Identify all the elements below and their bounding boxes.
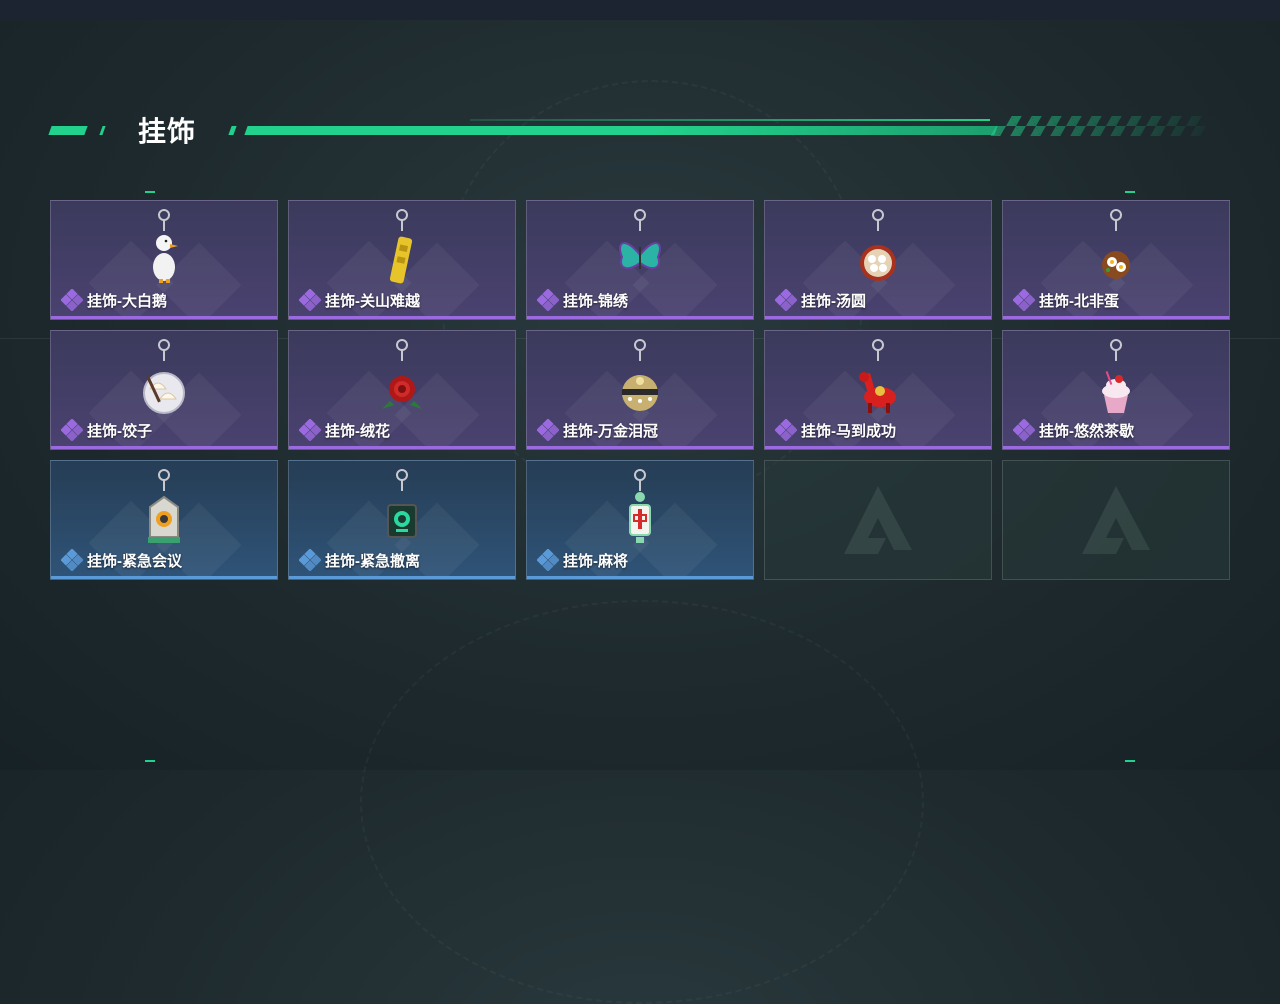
charm-label: 挂饰-万金泪冠 [537, 419, 658, 441]
butterfly-charm-icon [619, 209, 661, 270]
mahjong-tile-charm-icon [629, 469, 651, 543]
rarity-bar [765, 316, 991, 319]
charm-name: 挂饰-锦绣 [563, 292, 628, 310]
rarity-diamond-icon [61, 289, 83, 311]
corner-mark [1125, 191, 1135, 193]
charm-card[interactable]: 挂饰-关山难越 [288, 200, 516, 320]
background-ring [360, 600, 924, 1004]
rarity-diamond-icon [61, 419, 83, 441]
header-bar [244, 126, 998, 135]
rarity-diamond-icon [537, 289, 559, 311]
rarity-bar [289, 576, 515, 579]
charm-grid: 挂饰-大白鹅 挂饰-关山难越 挂饰-锦绣 挂饰-汤圆 挂饰-北非蛋 挂饰-饺子 挂饰-绒花挂… [50, 200, 1230, 580]
charm-card[interactable]: 挂饰-绒花 [288, 330, 516, 450]
rarity-diamond-icon [61, 549, 83, 571]
charm-name: 挂饰-紧急撤离 [325, 552, 420, 570]
rarity-bar [1003, 316, 1229, 319]
top-bar [0, 0, 1280, 20]
crown-charm-icon [622, 339, 658, 411]
cupcake-charm-icon [1102, 339, 1130, 413]
charm-label: 挂饰-马到成功 [775, 419, 896, 441]
header-accent [228, 126, 237, 135]
charm-card[interactable]: 挂饰-汤圆 [764, 200, 992, 320]
rarity-diamond-icon [1013, 289, 1035, 311]
charm-label: 挂饰-锦绣 [537, 289, 628, 311]
game-logo-icon [1082, 486, 1150, 554]
rarity-diamond-icon [1013, 419, 1035, 441]
tangyuan-bowl-charm-icon [860, 209, 896, 281]
charm-name: 挂饰-紧急会议 [87, 552, 182, 570]
charm-name: 挂饰-马到成功 [801, 422, 896, 440]
charm-label: 挂饰-饺子 [61, 419, 152, 441]
charm-name: 挂饰-饺子 [87, 422, 152, 440]
header-thin-line [470, 119, 990, 121]
game-logo-icon [844, 486, 912, 554]
charm-name: 挂饰-绒花 [325, 422, 390, 440]
charm-label: 挂饰-汤圆 [775, 289, 866, 311]
charm-card[interactable]: 挂饰-饺子 [50, 330, 278, 450]
section-header: 挂饰 [48, 108, 1212, 148]
charm-label: 挂饰-大白鹅 [61, 289, 167, 311]
rarity-diamond-icon [299, 419, 321, 441]
charm-label: 挂饰-麻将 [537, 549, 628, 571]
charm-card[interactable]: 挂饰-悠然茶歇 [1002, 330, 1230, 450]
corner-mark [145, 191, 155, 193]
charm-card[interactable]: 挂饰-北非蛋 [1002, 200, 1230, 320]
charm-label: 挂饰-紧急会议 [61, 549, 182, 571]
dumpling-plate-charm-icon [143, 339, 185, 414]
rarity-diamond-icon [775, 419, 797, 441]
rarity-diamond-icon [299, 549, 321, 571]
goose-charm-icon [153, 209, 178, 283]
rarity-bar [527, 576, 753, 579]
empty-slot [764, 460, 992, 580]
charm-name: 挂饰-万金泪冠 [563, 422, 658, 440]
empty-slot [1002, 460, 1230, 580]
rarity-diamond-icon [299, 289, 321, 311]
corner-mark [1125, 760, 1135, 762]
rarity-bar [527, 446, 753, 449]
header-accent [48, 126, 88, 135]
charm-name: 挂饰-大白鹅 [87, 292, 167, 310]
charm-label: 挂饰-绒花 [299, 419, 390, 441]
red-horse-charm-icon [859, 339, 896, 413]
red-flower-charm-icon [382, 339, 422, 409]
gold-bar-charm-icon [389, 209, 413, 284]
charm-label: 挂饰-北非蛋 [1013, 289, 1119, 311]
emergency-evac-charm-icon [387, 469, 417, 538]
shakshuka-charm-icon [1102, 209, 1130, 279]
charm-card[interactable]: 挂饰-马到成功 [764, 330, 992, 450]
rarity-diamond-icon [537, 419, 559, 441]
charm-label: 挂饰-关山难越 [299, 289, 420, 311]
charm-name: 挂饰-北非蛋 [1039, 292, 1119, 310]
charm-card[interactable]: 挂饰-大白鹅 [50, 200, 278, 320]
rarity-bar [289, 316, 515, 319]
charm-card[interactable]: 挂饰-紧急会议 [50, 460, 278, 580]
rarity-bar [527, 316, 753, 319]
charm-name: 挂饰-汤圆 [801, 292, 866, 310]
charm-card[interactable]: 挂饰-紧急撤离 [288, 460, 516, 580]
charm-card[interactable]: 挂饰-万金泪冠 [526, 330, 754, 450]
charm-name: 挂饰-悠然茶歇 [1039, 422, 1134, 440]
charm-card[interactable]: 挂饰-锦绣 [526, 200, 754, 320]
rarity-diamond-icon [775, 289, 797, 311]
header-checker-pattern [990, 116, 1212, 136]
emergency-meeting-charm-icon [148, 469, 180, 543]
charm-card[interactable]: 挂饰-麻将 [526, 460, 754, 580]
rarity-bar [51, 316, 277, 319]
section-title: 挂饰 [138, 116, 197, 147]
charm-name: 挂饰-麻将 [563, 552, 628, 570]
rarity-bar [289, 446, 515, 449]
charm-name: 挂饰-关山难越 [325, 292, 420, 310]
rarity-diamond-icon [537, 549, 559, 571]
rarity-bar [51, 576, 277, 579]
charm-label: 挂饰-悠然茶歇 [1013, 419, 1134, 441]
rarity-bar [51, 446, 277, 449]
rarity-bar [1003, 446, 1229, 449]
header-accent [99, 126, 106, 135]
corner-mark [145, 760, 155, 762]
rarity-bar [765, 446, 991, 449]
charm-label: 挂饰-紧急撤离 [299, 549, 420, 571]
